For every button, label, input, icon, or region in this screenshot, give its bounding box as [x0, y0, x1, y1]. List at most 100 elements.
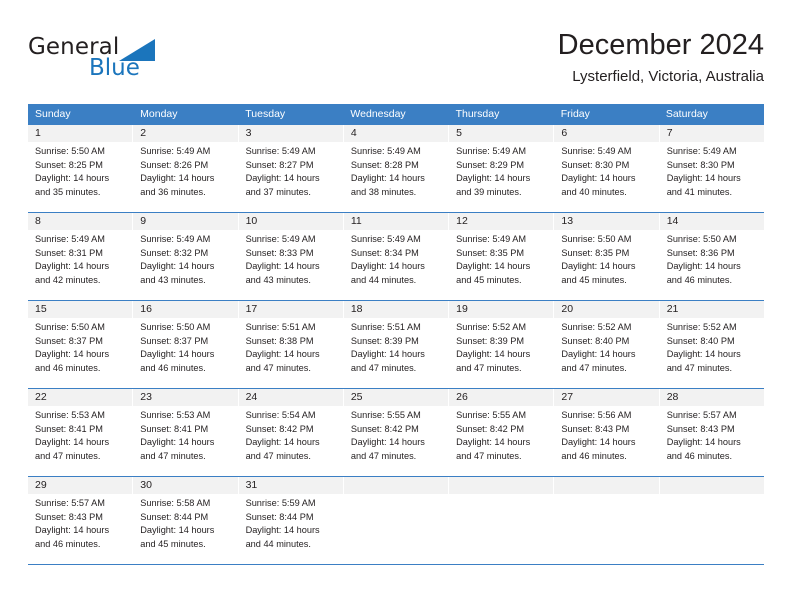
- daylight-text-line2: and 47 minutes.: [140, 451, 206, 462]
- sunset-text: Sunset: 8:37 PM: [140, 335, 209, 346]
- daylight-text-line1: Daylight: 14 hours: [350, 173, 425, 184]
- daylight-text-line1: Daylight: 14 hours: [245, 261, 320, 272]
- calendar-day-cell[interactable]: 12 Sunrise: 5:49 AM Sunset: 8:35 PM Dayligh…: [449, 213, 555, 300]
- sunrise-text: Sunrise: 5:50 AM: [35, 322, 105, 332]
- day-details: Sunrise: 5:49 AM Sunset: 8:31 PM Daylight:…: [28, 230, 132, 288]
- sunrise-text: Sunrise: 5:49 AM: [350, 234, 421, 244]
- sunset-text: Sunset: 8:38 PM: [245, 335, 314, 346]
- sunrise-text: Sunrise: 5:59 AM: [245, 498, 316, 508]
- daylight-text-line1: Daylight: 14 hours: [350, 437, 425, 448]
- day-number: 27: [554, 389, 659, 406]
- day-number: 13: [554, 213, 659, 230]
- calendar-day-cell[interactable]: 26 Sunrise: 5:55 AM Sunset: 8:42 PM Dayligh…: [449, 389, 555, 476]
- calendar-day-cell[interactable]: 25 Sunrise: 5:55 AM Sunset: 8:42 PM Dayligh…: [343, 389, 450, 476]
- day-details: Sunrise: 5:49 AM Sunset: 8:35 PM Daylight:…: [449, 230, 553, 288]
- daylight-text-line1: Daylight: 14 hours: [140, 525, 215, 536]
- day-number: 30: [133, 477, 238, 494]
- sunrise-text: Sunrise: 5:50 AM: [35, 146, 105, 156]
- calendar-day-cell[interactable]: 7 Sunrise: 5:49 AM Sunset: 8:30 PM Daylight…: [659, 125, 764, 212]
- weekday-header-thursday: Thursday: [455, 108, 500, 120]
- sunset-text: Sunset: 8:29 PM: [456, 159, 525, 170]
- daylight-text-line1: Daylight: 14 hours: [350, 349, 425, 360]
- calendar-week-row: 22 Sunrise: 5:53 AM Sunset: 8:41 PM Dayligh…: [28, 388, 764, 476]
- day-details: Sunrise: 5:50 AM Sunset: 8:37 PM Daylight:…: [133, 318, 237, 376]
- daylight-text-line1: Daylight: 14 hours: [35, 173, 110, 184]
- daylight-text-line2: and 43 minutes.: [140, 275, 206, 286]
- calendar-day-cell[interactable]: 19 Sunrise: 5:52 AM Sunset: 8:39 PM Dayligh…: [449, 301, 555, 388]
- calendar-day-cell[interactable]: 18 Sunrise: 5:51 AM Sunset: 8:39 PM Dayligh…: [343, 301, 450, 388]
- daylight-text-line1: Daylight: 14 hours: [666, 173, 741, 184]
- day-number: 8: [28, 213, 133, 230]
- calendar-day-cell[interactable]: 27 Sunrise: 5:56 AM Sunset: 8:43 PM Dayligh…: [554, 389, 660, 476]
- daylight-text-line2: and 44 minutes.: [245, 539, 311, 550]
- calendar-day-cell[interactable]: 20 Sunrise: 5:52 AM Sunset: 8:40 PM Dayligh…: [554, 301, 660, 388]
- weekday-header-wednesday: Wednesday: [350, 108, 406, 120]
- calendar-day-cell[interactable]: 4 Sunrise: 5:49 AM Sunset: 8:28 PM Daylight…: [343, 125, 450, 212]
- daylight-text-line2: and 47 minutes.: [456, 363, 522, 374]
- day-details: Sunrise: 5:58 AM Sunset: 8:44 PM Daylight:…: [133, 494, 237, 552]
- sunrise-text: Sunrise: 5:49 AM: [245, 146, 316, 156]
- calendar-day-cell[interactable]: 21 Sunrise: 5:52 AM Sunset: 8:40 PM Dayligh…: [659, 301, 764, 388]
- sunrise-text: Sunrise: 5:52 AM: [666, 322, 737, 332]
- daylight-text-line2: and 36 minutes.: [140, 187, 206, 198]
- sunset-text: Sunset: 8:28 PM: [350, 159, 419, 170]
- day-details: Sunrise: 5:49 AM Sunset: 8:27 PM Daylight:…: [239, 142, 343, 200]
- day-number: 26: [449, 389, 554, 406]
- sunrise-text: Sunrise: 5:51 AM: [245, 322, 316, 332]
- day-number: 14: [659, 213, 764, 230]
- sunset-text: Sunset: 8:31 PM: [35, 247, 103, 258]
- calendar-bottom-rule: [28, 564, 764, 565]
- calendar-day-cell[interactable]: 6 Sunrise: 5:49 AM Sunset: 8:30 PM Daylight…: [554, 125, 660, 212]
- calendar-day-cell[interactable]: 8 Sunrise: 5:49 AM Sunset: 8:31 PM Daylight…: [28, 213, 134, 300]
- calendar-day-cell[interactable]: 5 Sunrise: 5:49 AM Sunset: 8:29 PM Daylight…: [449, 125, 555, 212]
- daylight-text-line2: and 47 minutes.: [561, 363, 627, 374]
- calendar-day-cell[interactable]: 1 Sunrise: 5:50 AM Sunset: 8:25 PM Daylight…: [28, 125, 134, 212]
- sunset-text: Sunset: 8:36 PM: [666, 247, 735, 258]
- calendar-week-row: 29 Sunrise: 5:57 AM Sunset: 8:43 PM Dayligh…: [28, 476, 764, 564]
- calendar-day-cell[interactable]: 31 Sunrise: 5:59 AM Sunset: 8:44 PM Dayligh…: [238, 477, 344, 564]
- calendar-day-cell[interactable]: 29 Sunrise: 5:57 AM Sunset: 8:43 PM Dayligh…: [28, 477, 134, 564]
- daylight-text-line2: and 46 minutes.: [666, 451, 733, 462]
- general-blue-logo[interactable]: General Blue: [28, 34, 208, 90]
- sunrise-text: Sunrise: 5:50 AM: [666, 234, 737, 244]
- day-number: 12: [449, 213, 554, 230]
- calendar-day-cell[interactable]: 30 Sunrise: 5:58 AM Sunset: 8:44 PM Dayligh…: [133, 477, 239, 564]
- calendar-day-cell[interactable]: 14 Sunrise: 5:50 AM Sunset: 8:36 PM Dayligh…: [659, 213, 764, 300]
- calendar-day-cell[interactable]: 17 Sunrise: 5:51 AM Sunset: 8:38 PM Dayligh…: [238, 301, 344, 388]
- daylight-text-line2: and 40 minutes.: [561, 187, 627, 198]
- day-number: 5: [449, 125, 554, 142]
- weekday-header-saturday: Saturday: [665, 108, 708, 120]
- daylight-text-line2: and 47 minutes.: [245, 363, 311, 374]
- day-number: 1: [28, 125, 133, 142]
- calendar-day-cell[interactable]: 11 Sunrise: 5:49 AM Sunset: 8:34 PM Dayligh…: [343, 213, 450, 300]
- day-details: Sunrise: 5:59 AM Sunset: 8:44 PM Daylight:…: [239, 494, 343, 552]
- location-subtitle: Lysterfield, Victoria, Australia: [572, 68, 764, 85]
- sunrise-text: Sunrise: 5:49 AM: [561, 146, 632, 156]
- calendar-day-cell[interactable]: 23 Sunrise: 5:53 AM Sunset: 8:41 PM Dayligh…: [133, 389, 239, 476]
- daylight-text-line1: Daylight: 14 hours: [561, 261, 636, 272]
- day-details: Sunrise: 5:49 AM Sunset: 8:30 PM Daylight:…: [660, 142, 764, 200]
- daylight-text-line1: Daylight: 14 hours: [35, 349, 110, 360]
- calendar-day-cell[interactable]: 16 Sunrise: 5:50 AM Sunset: 8:37 PM Dayligh…: [133, 301, 239, 388]
- daylight-text-line2: and 35 minutes.: [35, 187, 101, 198]
- sunset-text: Sunset: 8:42 PM: [456, 423, 525, 434]
- calendar-day-cell[interactable]: 9 Sunrise: 5:49 AM Sunset: 8:32 PM Daylight…: [133, 213, 239, 300]
- calendar-day-cell[interactable]: 15 Sunrise: 5:50 AM Sunset: 8:37 PM Dayligh…: [28, 301, 134, 388]
- daylight-text-line2: and 46 minutes.: [140, 363, 206, 374]
- calendar-week-row: 8 Sunrise: 5:49 AM Sunset: 8:31 PM Daylight…: [28, 212, 764, 300]
- sunrise-text: Sunrise: 5:58 AM: [140, 498, 211, 508]
- calendar-week-row: 1 Sunrise: 5:50 AM Sunset: 8:25 PM Daylight…: [28, 125, 764, 212]
- calendar-day-cell[interactable]: 2 Sunrise: 5:49 AM Sunset: 8:26 PM Daylight…: [133, 125, 239, 212]
- calendar-day-cell[interactable]: 24 Sunrise: 5:54 AM Sunset: 8:42 PM Dayligh…: [238, 389, 344, 476]
- calendar-day-cell[interactable]: 3 Sunrise: 5:49 AM Sunset: 8:27 PM Daylight…: [238, 125, 344, 212]
- daylight-text-line2: and 46 minutes.: [35, 363, 101, 374]
- sunrise-text: Sunrise: 5:49 AM: [350, 146, 421, 156]
- calendar-weeks: 1 Sunrise: 5:50 AM Sunset: 8:25 PM Daylight…: [28, 125, 764, 564]
- sunrise-text: Sunrise: 5:49 AM: [140, 234, 211, 244]
- sunrise-text: Sunrise: 5:50 AM: [561, 234, 632, 244]
- calendar-day-cell[interactable]: 10 Sunrise: 5:49 AM Sunset: 8:33 PM Dayligh…: [238, 213, 344, 300]
- calendar-day-cell[interactable]: 28 Sunrise: 5:57 AM Sunset: 8:43 PM Dayligh…: [659, 389, 764, 476]
- daylight-text-line2: and 39 minutes.: [456, 187, 522, 198]
- calendar-day-cell[interactable]: 13 Sunrise: 5:50 AM Sunset: 8:35 PM Dayligh…: [554, 213, 660, 300]
- calendar-day-cell[interactable]: 22 Sunrise: 5:53 AM Sunset: 8:41 PM Dayligh…: [28, 389, 134, 476]
